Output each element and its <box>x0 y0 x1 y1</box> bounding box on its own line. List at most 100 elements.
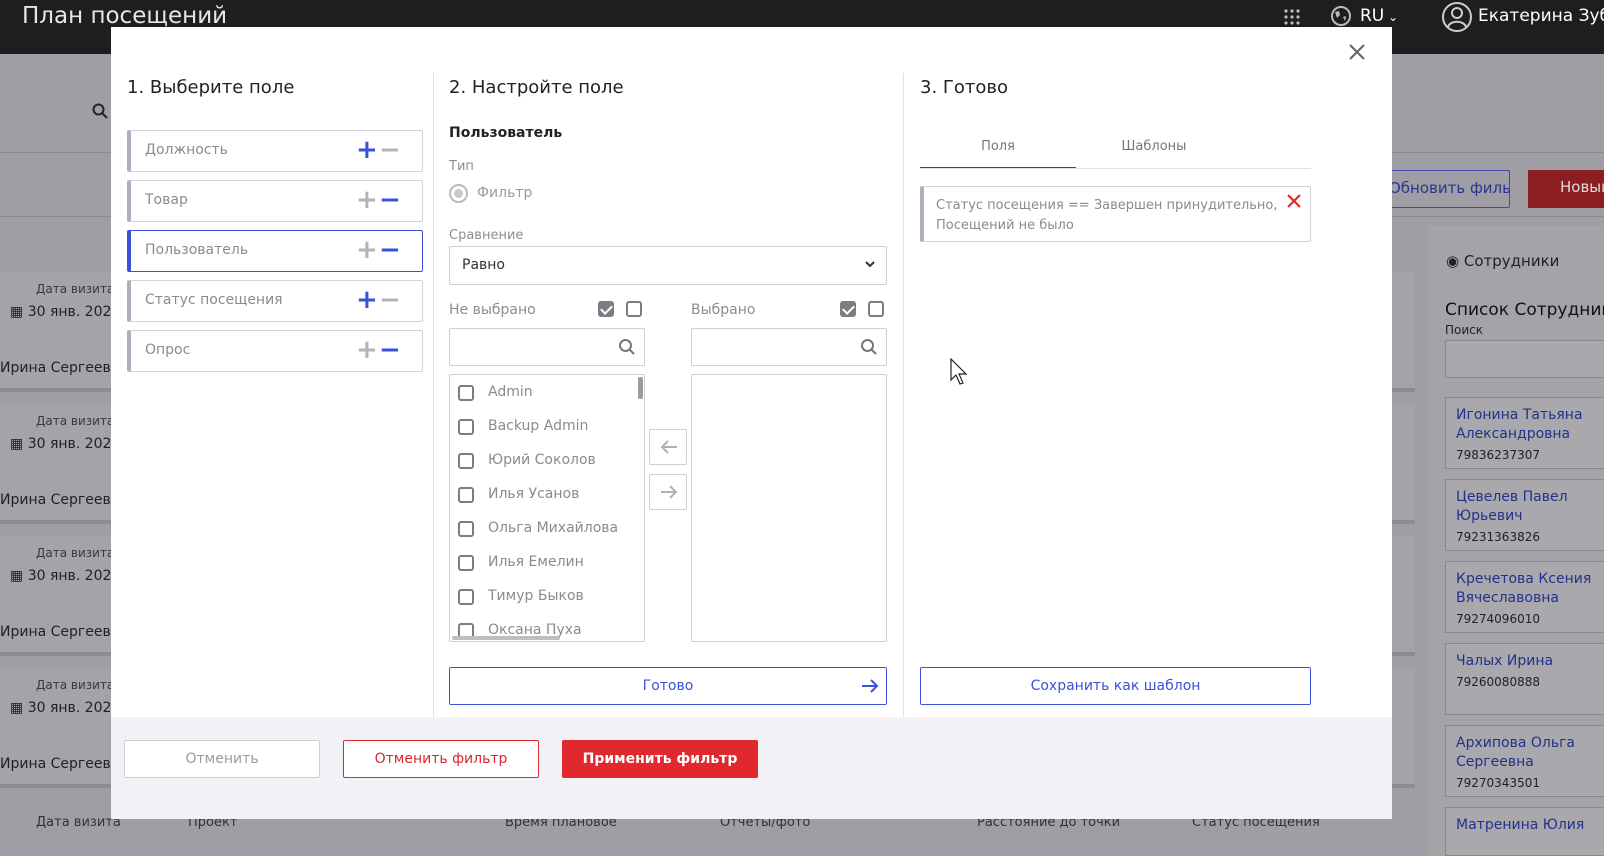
item-label: Илья Усанов <box>488 486 580 502</box>
deselect-all-checkbox[interactable] <box>626 301 642 317</box>
employee-card[interactable]: Матренина Юлия <box>1445 807 1604 856</box>
employee-search-input[interactable] <box>1445 340 1604 378</box>
column-divider <box>433 73 434 760</box>
deselect-all-selected-checkbox[interactable] <box>868 301 884 317</box>
tab-fields[interactable]: Поля <box>920 131 1076 169</box>
not-selected-search[interactable] <box>449 328 645 366</box>
item-checkbox[interactable] <box>458 555 474 571</box>
field-item-survey[interactable]: Опрос + − <box>127 330 423 372</box>
save-template-button[interactable]: Сохранить как шаблон <box>920 667 1311 705</box>
employee-name: Архипова Ольга Сергеевна <box>1456 735 1575 770</box>
field-item-visit-status[interactable]: Статус посещения + − <box>127 280 423 322</box>
close-icon[interactable] <box>1344 39 1370 65</box>
filter-condition: Статус посещения == Завершен принудитель… <box>920 186 1311 242</box>
user-name[interactable]: Екатерина Зубкова <box>1478 6 1604 26</box>
plus-icon[interactable]: + <box>356 137 378 163</box>
plus-icon[interactable]: + <box>356 187 378 213</box>
chevron-down-icon: ⌄ <box>1384 10 1399 24</box>
selected-search[interactable] <box>691 328 887 366</box>
employee-card[interactable]: Цевелев Павел Юрьевич 79231363826 <box>1445 479 1604 551</box>
visit-date: ▦ 30 янв. 2024 <box>10 304 120 320</box>
plus-icon[interactable]: + <box>356 237 378 263</box>
tab-templates[interactable]: Шаблоны <box>1076 131 1232 169</box>
user-avatar-icon[interactable] <box>1441 1 1473 33</box>
not-selected-list[interactable]: Admin Backup Admin Юрий Соколов Илья Уса… <box>449 374 645 642</box>
cancel-button[interactable]: Отменить <box>124 740 320 778</box>
not-selected-search-input[interactable] <box>458 337 608 357</box>
employee-search-label: Поиск <box>1445 323 1484 337</box>
tab-divider <box>920 168 1311 169</box>
item-label: Илья Емелин <box>488 554 584 570</box>
field-item-position[interactable]: Должность + − <box>127 130 423 172</box>
calendar-icon: ▦ <box>10 304 28 320</box>
minus-icon[interactable]: − <box>379 237 401 263</box>
select-all-checkbox[interactable] <box>598 301 614 317</box>
employee-phone: 79274096010 <box>1456 612 1540 626</box>
compare-select[interactable]: Равно <box>449 246 887 285</box>
item-checkbox[interactable] <box>458 453 474 469</box>
remove-condition-icon[interactable] <box>1286 193 1302 209</box>
step2-title: 2. Настройте поле <box>449 77 624 98</box>
field-label: Опрос <box>145 342 191 358</box>
arrow-right-icon <box>862 679 879 693</box>
item-label: Admin <box>488 384 533 400</box>
employee-card[interactable]: Чалых Ирина 79260080888 <box>1445 643 1604 715</box>
employee-card[interactable]: Игонина Татьяна Александровна 79836237307 <box>1445 397 1604 469</box>
select-all-selected-checkbox[interactable] <box>840 301 856 317</box>
language-selector[interactable]: RU ⌄ <box>1360 6 1398 26</box>
employee-card[interactable]: Кречетова Ксения Вячеславовна 79274096010 <box>1445 561 1604 633</box>
selected-label: Выбрано <box>691 302 756 318</box>
employee-name: Игонина Татьяна Александровна <box>1456 407 1583 442</box>
radio-icon: ◉ <box>1446 252 1464 270</box>
done-button[interactable]: Готово <box>449 667 887 705</box>
apply-filter-button[interactable]: Применить фильтр <box>562 740 758 778</box>
selected-list[interactable] <box>691 374 887 642</box>
reset-filter-button[interactable]: Отменить фильтр <box>343 740 539 778</box>
field-label: Товар <box>145 192 188 208</box>
selected-search-input[interactable] <box>700 337 850 357</box>
move-left-button[interactable] <box>649 429 687 465</box>
item-checkbox[interactable] <box>458 487 474 503</box>
vertical-scrollbar[interactable] <box>638 377 643 399</box>
move-right-button[interactable] <box>649 474 687 510</box>
minus-icon[interactable]: − <box>379 337 401 363</box>
language-label: RU <box>1360 6 1385 26</box>
search-icon <box>619 339 635 355</box>
item-checkbox[interactable] <box>458 419 474 435</box>
radio-icon <box>449 184 468 203</box>
plus-icon[interactable]: + <box>356 287 378 313</box>
item-checkbox[interactable] <box>458 589 474 605</box>
visit-date-label: Дата визита <box>36 414 115 428</box>
visit-date: ▦ 30 янв. 2024 <box>10 700 120 716</box>
update-filter-button[interactable]: Обновить фильтр <box>1372 170 1510 208</box>
type-option-label: Фильтр <box>477 185 533 201</box>
item-label: Тимур Быков <box>488 588 584 604</box>
item-checkbox[interactable] <box>458 385 474 401</box>
app-title: План посещений <box>22 3 228 29</box>
arrow-right-icon <box>661 485 678 499</box>
employees-radio-label: Сотрудники <box>1463 252 1560 270</box>
item-label: Юрий Соколов <box>488 452 596 468</box>
filter-modal: 1. Выберите поле Должность + − Товар + −… <box>111 27 1392 819</box>
employee-card[interactable]: Архипова Ольга Сергеевна 79270343501 <box>1445 725 1604 797</box>
field-item-user[interactable]: Пользователь + − <box>127 230 423 272</box>
new-visit-button[interactable]: Новый <box>1528 170 1604 208</box>
apps-grid-icon[interactable] <box>1283 8 1301 26</box>
employee-phone: 79836237307 <box>1456 448 1540 462</box>
field-label: Статус посещения <box>145 292 283 308</box>
arrow-left-icon <box>660 440 677 454</box>
item-checkbox[interactable] <box>458 521 474 537</box>
employee-name: Цевелев Павел Юрьевич <box>1456 489 1568 524</box>
step3-title: 3. Готово <box>920 77 1009 98</box>
minus-icon[interactable]: − <box>379 137 401 163</box>
employee-list-title: Список Сотрудников <box>1445 300 1604 320</box>
visit-date-value: 30 янв. 2024 <box>27 304 121 320</box>
employees-radio[interactable]: ◉ Сотрудники <box>1446 252 1559 270</box>
visit-person: Ирина Сергеевна <box>0 492 129 508</box>
plus-icon[interactable]: + <box>356 337 378 363</box>
minus-icon[interactable]: − <box>379 287 401 313</box>
field-item-product[interactable]: Товар + − <box>127 180 423 222</box>
globe-icon[interactable] <box>1330 5 1352 27</box>
minus-icon[interactable]: − <box>379 187 401 213</box>
horizontal-scrollbar[interactable] <box>452 636 560 640</box>
